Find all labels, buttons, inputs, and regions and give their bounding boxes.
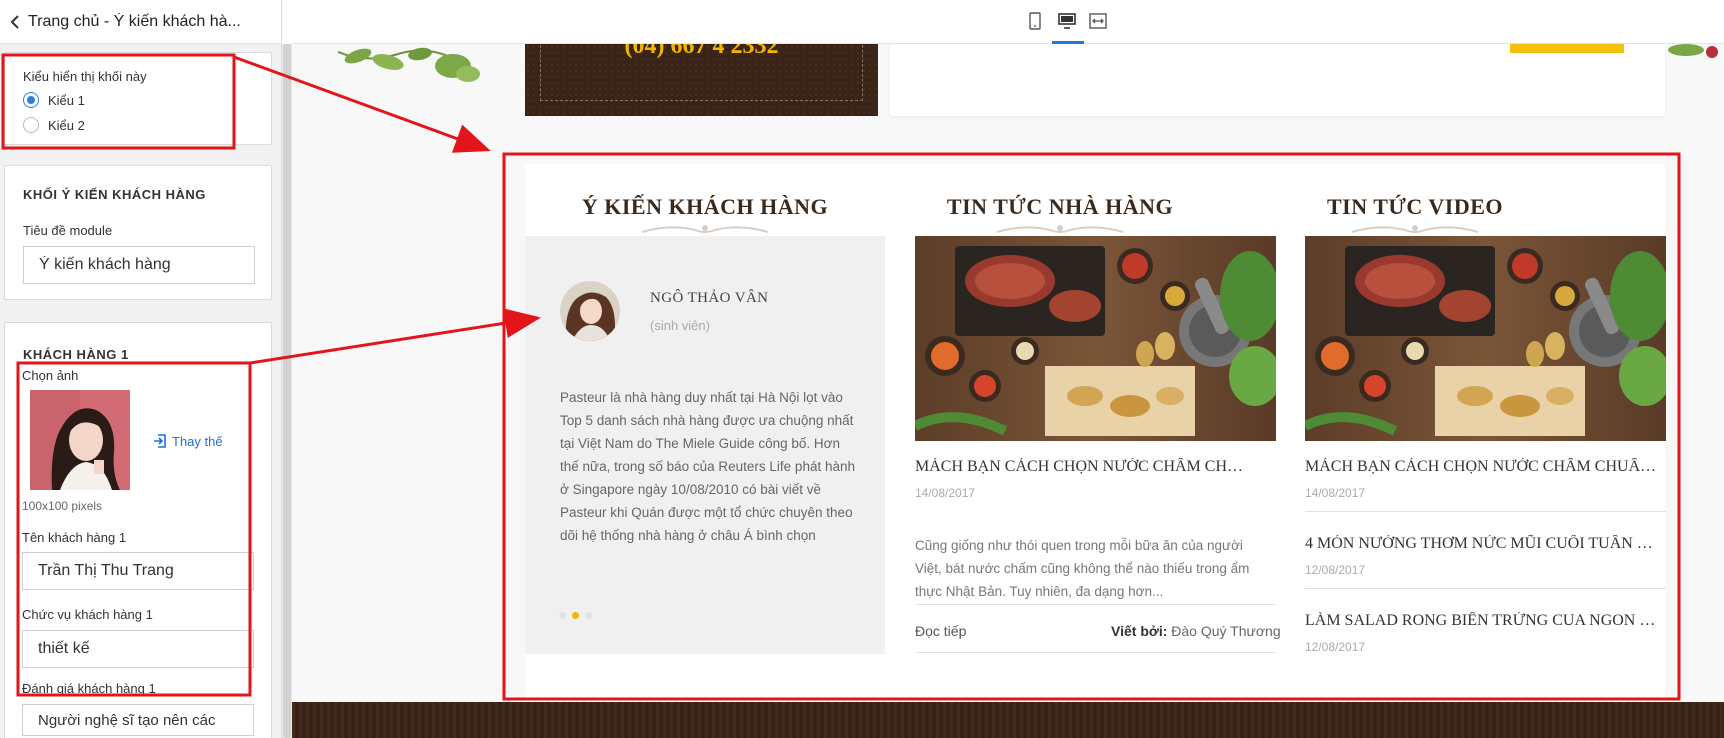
news-author: Viết bởi: Đào Quý Thương <box>1111 623 1281 639</box>
reservation-panel <box>890 44 1665 116</box>
customer-role-label: Chức vụ khách hàng 1 <box>22 607 153 622</box>
expand-width-icon <box>1089 13 1107 29</box>
replace-label: Thay thế <box>172 433 223 449</box>
carousel-dot[interactable] <box>559 612 566 619</box>
read-more-link[interactable]: Đọc tiếp <box>915 623 966 639</box>
page-preview: (04) 667 4 2332 Ý KIẾN KHÁCH HÀNG TIN TỨ… <box>292 44 1724 738</box>
panel-header: Trang chủ - Ý kiến khách hà... <box>0 0 281 44</box>
content-section: Ý KIẾN KHÁCH HÀNG TIN TỨC NHÀ HÀNG TIN T… <box>525 164 1666 709</box>
author-label: Viết bởi: <box>1111 623 1168 639</box>
video-title-link[interactable]: 4 MÓN NƯỚNG THƠM NỨC MŨI CUỐI TUẦN CH... <box>1305 535 1660 553</box>
divider <box>915 604 1276 605</box>
herb-decoration-right <box>1668 44 1718 58</box>
carousel-dot-active[interactable] <box>572 612 579 619</box>
news-heading: TIN TỨC NHÀ HÀNG <box>946 194 1174 219</box>
replace-image-button[interactable]: Thay thế <box>152 433 223 449</box>
module-title-label: Tiêu đề module <box>23 223 113 238</box>
back-button[interactable] <box>2 0 28 44</box>
card-heading: KHÁCH HÀNG 1 <box>23 347 129 362</box>
video-news-image[interactable] <box>1305 236 1666 441</box>
divider <box>1305 511 1666 512</box>
choose-image-label: Chọn ảnh <box>22 368 79 383</box>
news-excerpt: Cũng giống như thói quen trong mỗi bữa ă… <box>915 538 1250 599</box>
title-ornament <box>1351 225 1479 233</box>
device-toolbar <box>292 0 1724 44</box>
testimonial-avatar <box>560 281 620 341</box>
title-ornament <box>641 225 769 233</box>
radio-label: Kiểu 1 <box>48 92 85 108</box>
testimonial-block-card: KHỐI Ý KIẾN KHÁCH HÀNG Tiêu đề module <box>4 165 272 300</box>
radio-label: Kiểu 2 <box>48 117 85 133</box>
video-date: 12/08/2017 <box>1305 640 1366 654</box>
footer-band <box>292 702 1724 738</box>
carousel-dot[interactable] <box>585 612 592 619</box>
chevron-left-icon <box>10 14 19 29</box>
video-news-heading: TIN TỨC VIDEO <box>1326 194 1504 219</box>
divider <box>915 652 1276 653</box>
display-mode-card: Kiểu hiển thị khối này Kiểu 1 Kiểu 2 <box>4 52 272 145</box>
title-ornament <box>996 225 1124 233</box>
video-date: 12/08/2017 <box>1305 563 1366 577</box>
fullwidth-view-button[interactable] <box>1083 6 1113 36</box>
testimonials-heading: Ý KIẾN KHÁCH HÀNG <box>581 194 829 219</box>
customer-avatar-preview[interactable] <box>30 390 130 490</box>
news-date: 14/08/2017 <box>915 486 976 500</box>
divider <box>1305 588 1666 589</box>
hotline-number: (04) 667 4 2332 <box>624 44 779 59</box>
panel-title: Trang chủ - Ý kiến khách hà... <box>28 12 241 30</box>
reserve-button[interactable] <box>1510 44 1624 53</box>
customer-name-label: Tên khách hàng 1 <box>22 530 127 545</box>
editor-panel: Trang chủ - Ý kiến khách hà... Kiểu hiển… <box>0 0 282 738</box>
customer-review-input[interactable] <box>22 704 254 736</box>
radio-kieu-1[interactable]: Kiểu 1 <box>23 92 85 108</box>
card-heading: KHỐI Ý KIẾN KHÁCH HÀNG <box>23 187 206 202</box>
video-title-link[interactable]: LÀM SALAD RONG BIỂN TRỨNG CUA NGON MÊ ..… <box>1305 612 1660 630</box>
video-date: 14/08/2017 <box>1305 486 1366 500</box>
mobile-view-button[interactable] <box>1020 6 1050 36</box>
desktop-icon <box>1058 13 1076 29</box>
module-title-input[interactable] <box>23 246 255 284</box>
customer-review-label: Đánh giá khách hàng 1 <box>22 681 156 696</box>
news-title-link[interactable]: MÁCH BẠN CÁCH CHỌN NƯỚC CHẤM CHUẨN G... <box>915 458 1245 476</box>
desktop-view-button[interactable] <box>1052 6 1082 36</box>
testimonial-name: NGÔ THẢO VÂN <box>650 290 769 306</box>
testimonial-text: Pasteur là nhà hàng duy nhất tại Hà Nội … <box>560 390 855 543</box>
mobile-icon <box>1029 12 1041 30</box>
radio-unchecked-icon <box>23 117 39 133</box>
video-title-link[interactable]: MÁCH BẠN CÁCH CHỌN NƯỚC CHẤM CHUẨN G... <box>1305 458 1660 476</box>
customer-role-input[interactable] <box>22 630 254 668</box>
radio-checked-icon <box>23 92 39 108</box>
testimonial-card: NGÔ THẢO VÂN (sinh viên) Pasteur là nhà … <box>525 236 885 654</box>
news-image[interactable] <box>915 236 1276 441</box>
scrollbar-thumb[interactable] <box>283 44 291 738</box>
herb-decoration <box>337 47 480 82</box>
testimonial-role: (sinh viên) <box>650 318 710 333</box>
customer-name-input[interactable] <box>22 552 254 590</box>
author-name: Đào Quý Thương <box>1171 623 1281 639</box>
panel-scroll-area: Kiểu hiển thị khối này Kiểu 1 Kiểu 2 KHỐ… <box>0 44 281 738</box>
display-mode-label: Kiểu hiển thị khối này <box>23 69 147 84</box>
panel-scrollbar[interactable] <box>282 44 292 738</box>
radio-kieu-2[interactable]: Kiểu 2 <box>23 117 85 133</box>
replace-icon <box>154 434 166 448</box>
image-size-hint: 100x100 pixels <box>22 499 103 513</box>
hotline-box: (04) 667 4 2332 <box>525 44 878 116</box>
